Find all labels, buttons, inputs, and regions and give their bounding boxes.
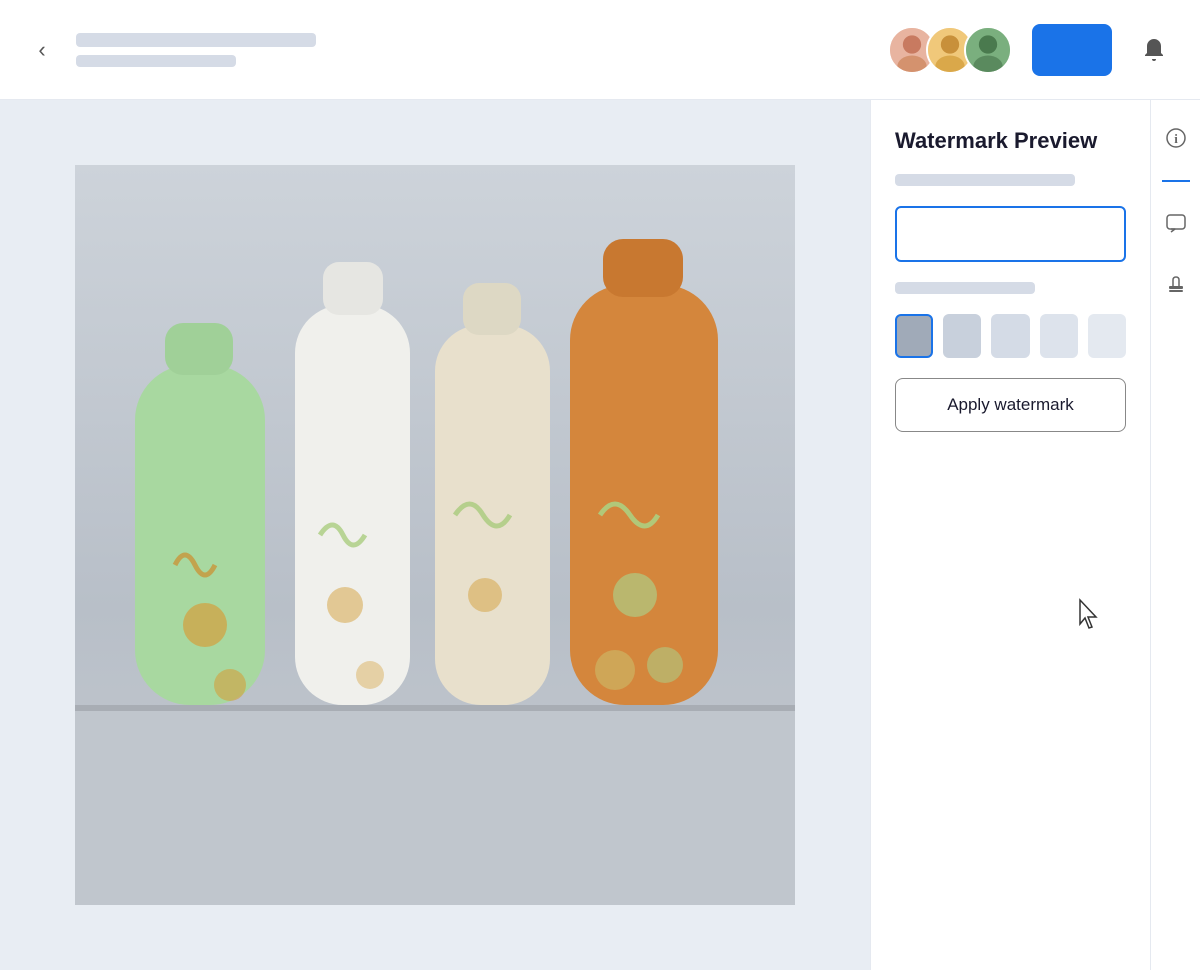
side-icons-panel: i [1150,100,1200,970]
panel-title: Watermark Preview [895,128,1126,154]
avatar-user-3 [964,26,1012,74]
header-title-block [76,33,316,67]
title-bar-long [76,33,316,47]
right-panel: Watermark Preview Apply watermark [870,100,1150,970]
color-swatch-2[interactable] [943,314,981,358]
color-swatch-5[interactable] [1088,314,1126,358]
watermark-text-input[interactable] [895,206,1126,262]
product-image-container: | Pepo Studio Inc. | Pepo Stu | Pepo Stu… [75,165,795,905]
color-swatch-3[interactable] [991,314,1029,358]
back-button[interactable]: ‹ [24,32,60,68]
color-swatches [895,314,1126,358]
header: ‹ [0,0,1200,100]
color-swatch-4[interactable] [1040,314,1078,358]
side-divider [1162,180,1190,182]
bell-icon[interactable] [1132,28,1176,72]
svg-text:i: i [1174,131,1178,146]
stamp-icon[interactable] [1158,266,1194,302]
cta-button[interactable] [1032,24,1112,76]
main-area: | Pepo Studio Inc. | Pepo Stu | Pepo Stu… [0,100,1200,970]
header-left: ‹ [24,32,316,68]
comment-icon[interactable] [1158,206,1194,242]
apply-watermark-button[interactable]: Apply watermark [895,378,1126,432]
image-panel: | Pepo Studio Inc. | Pepo Stu | Pepo Stu… [0,100,870,970]
skeleton-bar-2 [895,282,1035,294]
info-icon[interactable]: i [1158,120,1194,156]
title-bar-short [76,55,236,67]
skeleton-bar-1 [895,174,1075,186]
color-swatch-1[interactable] [895,314,933,358]
header-right [888,24,1176,76]
avatar-group [888,26,1012,74]
